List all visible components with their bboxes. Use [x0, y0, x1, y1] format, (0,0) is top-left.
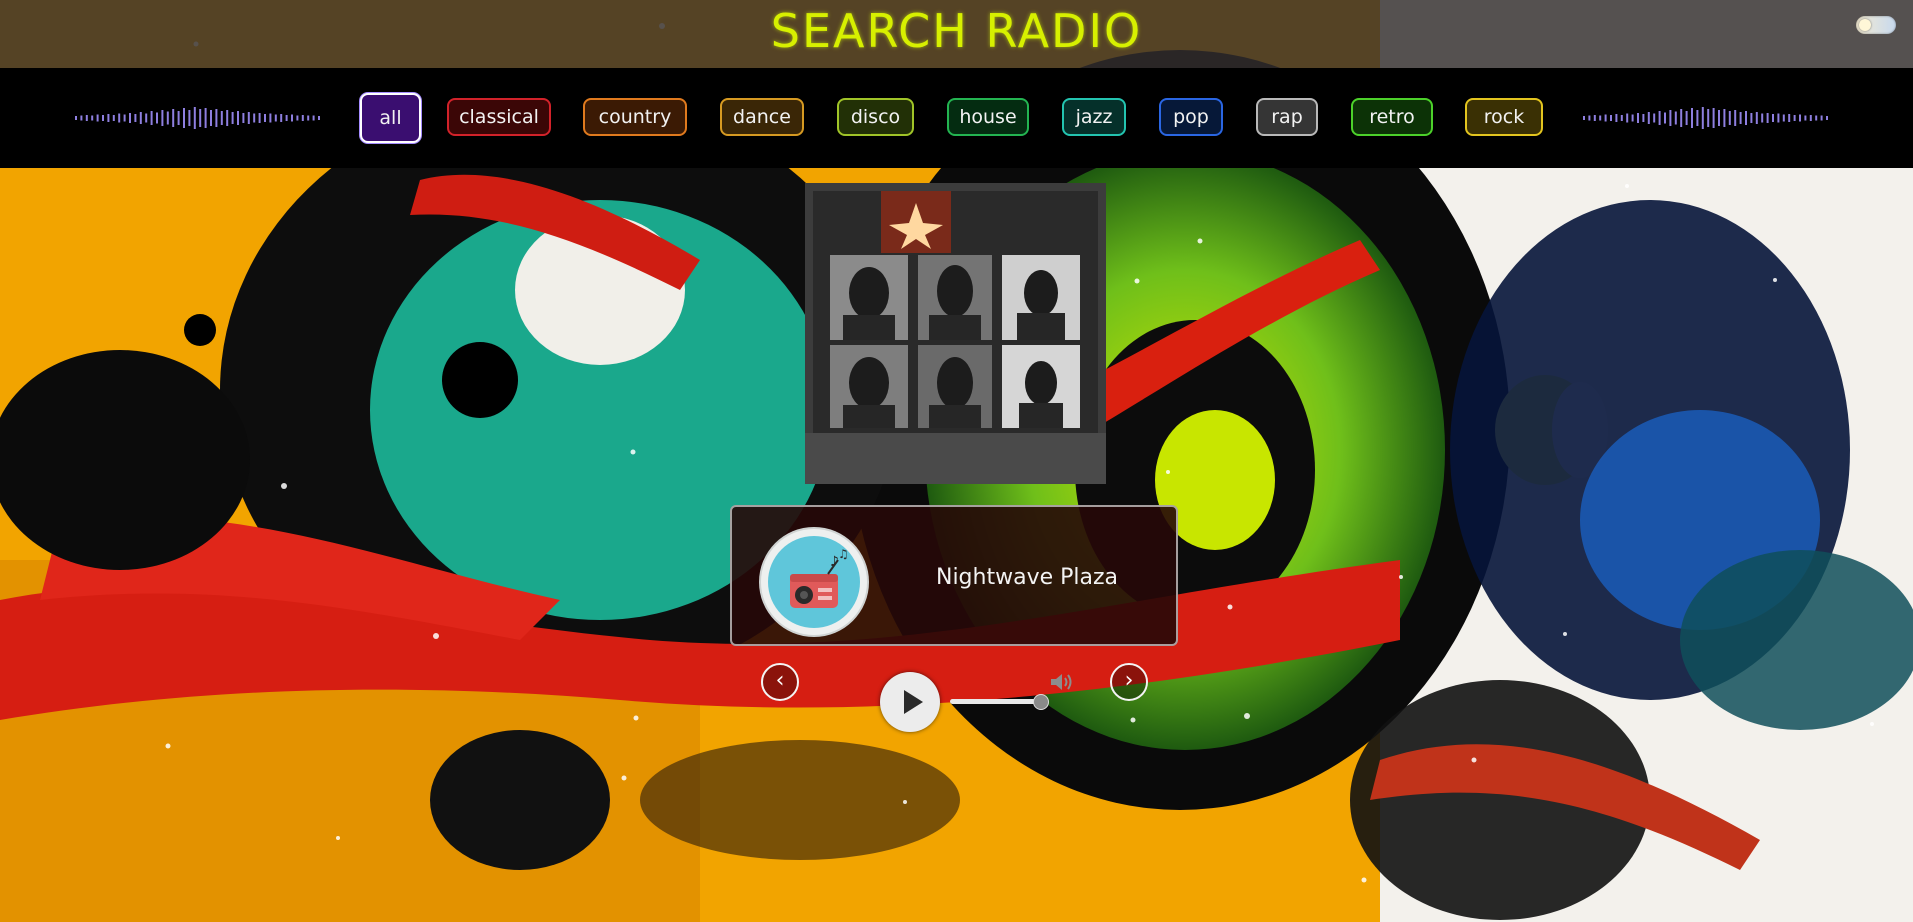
app-title: SEARCH RADIO [770, 4, 1143, 58]
album-cover-art [805, 183, 1106, 484]
genre-button-rock[interactable]: rock [1465, 98, 1543, 136]
theme-toggle-icon [1859, 19, 1871, 31]
volume-slider[interactable] [950, 699, 1042, 704]
genre-button-house[interactable]: house [947, 98, 1029, 136]
station-name: Nightwave Plaza [935, 565, 1118, 590]
previous-station-button[interactable]: ‹ [761, 663, 799, 701]
genre-button-dance[interactable]: dance [720, 98, 804, 136]
genre-button-classical[interactable]: classical [447, 98, 551, 136]
chevron-left-icon: ‹ [775, 668, 785, 693]
play-button[interactable] [880, 672, 940, 732]
svg-text:♫: ♫ [838, 547, 849, 561]
chevron-right-icon: › [1124, 668, 1134, 693]
radio-icon: ♪ ♫ [761, 529, 867, 635]
genre-button-rap[interactable]: rap [1256, 98, 1318, 136]
volume-icon[interactable] [1049, 671, 1075, 693]
play-icon [904, 690, 923, 714]
genre-button-retro[interactable]: retro [1351, 98, 1433, 136]
audio-wave-icon [1583, 107, 1828, 129]
volume-slider-handle[interactable] [1033, 694, 1049, 710]
station-card: ♪ ♫ Nightwave Plaza [730, 505, 1178, 646]
theme-toggle[interactable] [1856, 16, 1896, 34]
genre-button-all[interactable]: all [360, 93, 421, 143]
genre-button-country[interactable]: country [583, 98, 687, 136]
genre-button-disco[interactable]: disco [837, 98, 914, 136]
genre-button-jazz[interactable]: jazz [1062, 98, 1126, 136]
next-station-button[interactable]: › [1110, 663, 1148, 701]
genre-button-pop[interactable]: pop [1159, 98, 1223, 136]
audio-wave-icon [75, 107, 320, 129]
